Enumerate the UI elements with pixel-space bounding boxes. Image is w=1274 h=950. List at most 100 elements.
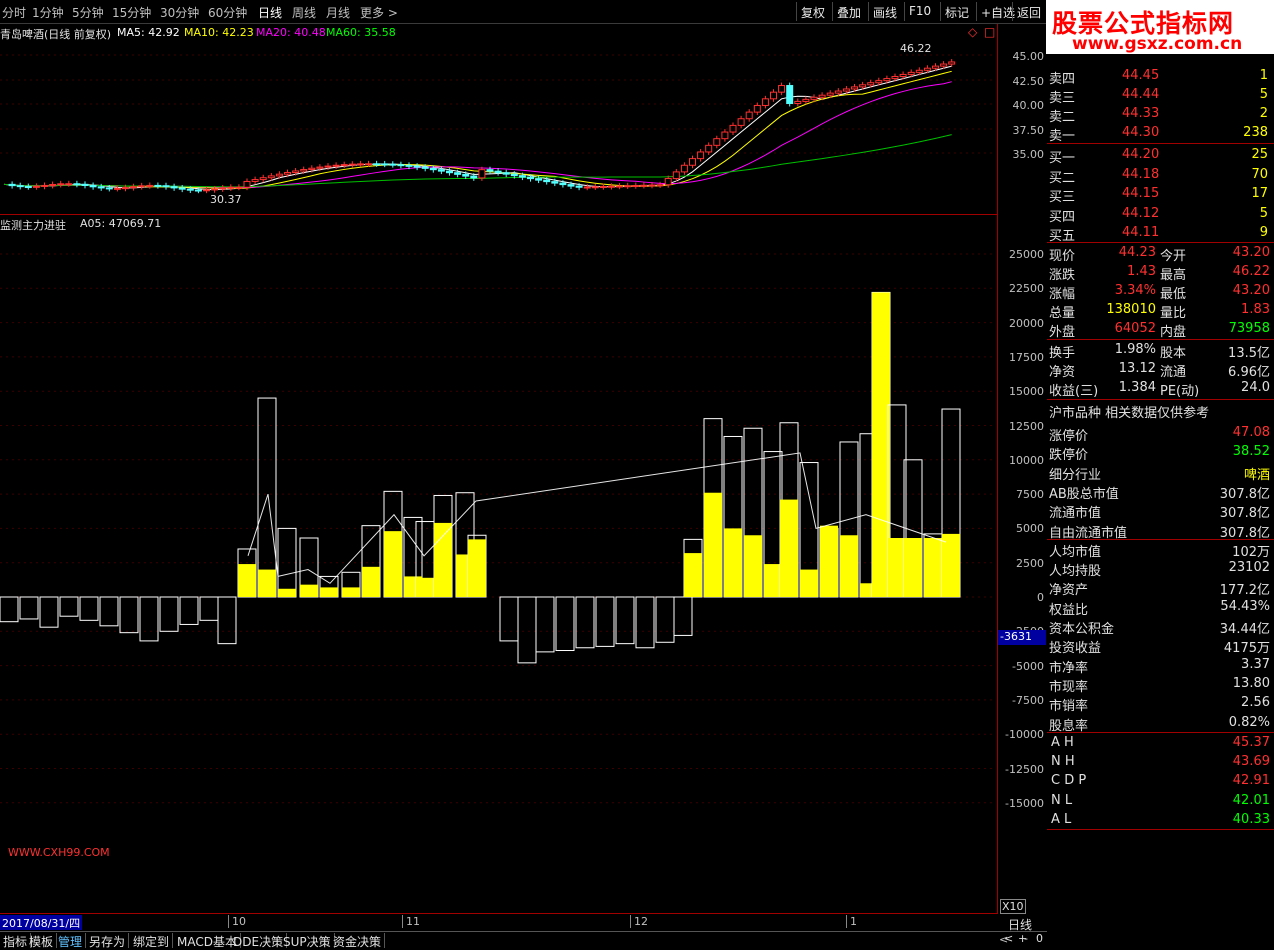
price-high-mark: 46.22 — [900, 42, 932, 55]
bid-label: 买五 — [1049, 229, 1076, 244]
fundamental-value: 307.8亿 — [1219, 525, 1270, 541]
month-tick: 1 — [846, 915, 857, 928]
reset-button[interactable]: 0 — [1036, 932, 1043, 945]
indicator-bar — [59, 596, 79, 617]
quote-row: 外盘 64052 内盘 73958 — [1047, 320, 1274, 340]
candle-body — [778, 85, 786, 93]
indicator-bar — [217, 596, 237, 645]
price-low-mark: 30.37 — [210, 193, 242, 206]
overlay-button[interactable]: 叠加 — [832, 2, 865, 21]
market-note-row: 沪市品种 相关数据仅供参考 — [1047, 401, 1274, 421]
candle-body — [567, 184, 575, 187]
period-60min[interactable]: 60分钟 — [208, 4, 247, 21]
f10-button[interactable]: F10 — [904, 2, 935, 21]
indicator-fill — [434, 522, 452, 597]
candle-body — [818, 94, 826, 98]
candle-body — [608, 185, 615, 188]
bid-label: 买二 — [1049, 170, 1076, 186]
candle-body — [794, 100, 802, 105]
fundamental-label: 资本公积金 — [1049, 622, 1115, 637]
indicator-fill — [258, 569, 276, 597]
indicator-fill — [238, 564, 256, 597]
indicator-fill — [872, 292, 890, 597]
ask-row: 卖三 44.44 5 — [1047, 86, 1274, 106]
indicator-fill — [320, 587, 338, 597]
fundamental-label: 权益比 — [1049, 602, 1089, 618]
fundamental-row: 人均持股 23102 — [1047, 559, 1274, 579]
candle-body — [446, 170, 453, 174]
tab-dde[interactable]: DDE决策 — [230, 933, 288, 949]
zoom-out-button[interactable]: - — [1024, 932, 1028, 945]
scale-indicator[interactable]: X10 — [1000, 899, 1026, 914]
period-more[interactable]: 更多 > — [360, 4, 398, 21]
tab-bind-to[interactable]: 绑定到 — [130, 933, 174, 949]
candle-body — [292, 170, 300, 174]
candle-body — [308, 167, 316, 171]
fundamental-value: 307.8亿 — [1219, 486, 1270, 502]
market-note: 沪市品种 相关数据仅供参考 — [1049, 406, 1210, 421]
adjust-button[interactable]: 复权 — [796, 2, 829, 21]
period-monthly[interactable]: 月线 — [326, 4, 350, 21]
diamond-icon[interactable]: ◇ — [968, 25, 977, 39]
period-intraday[interactable]: 分时 — [2, 4, 26, 21]
period-weekly[interactable]: 周线 — [292, 4, 316, 21]
fundamental-row: 净资产 177.2亿 — [1047, 578, 1274, 598]
scroll-left-button[interactable]: < — [1004, 932, 1013, 945]
ask-volume: 238 — [1243, 125, 1268, 140]
indicator-tick: 0 — [1037, 591, 1044, 604]
price-tick: 45.00 — [1012, 50, 1045, 63]
candle-body — [851, 86, 858, 90]
candlestick-chart[interactable] — [0, 38, 996, 214]
tab-template[interactable]: 模板 — [26, 933, 58, 949]
window-icon[interactable]: □ — [984, 25, 995, 39]
bid-price: 44.15 — [1122, 186, 1160, 201]
brand-url: www.gsxz.com.cn — [1072, 34, 1243, 54]
indicator-chart[interactable] — [0, 230, 996, 914]
candle-body — [770, 91, 777, 100]
indicator-value: A05: 47069.71 — [80, 217, 162, 230]
indicator-fill — [416, 577, 434, 597]
tab-sup[interactable]: SUP决策 — [280, 933, 335, 949]
candle-body — [470, 175, 478, 179]
candle-body — [640, 184, 648, 187]
candle-body — [551, 181, 559, 184]
back-button[interactable]: 返回 — [1012, 2, 1045, 21]
month-tick: 12 — [630, 915, 648, 928]
tab-manage[interactable]: 管理 — [55, 933, 87, 949]
period-30min[interactable]: 30分钟 — [160, 4, 199, 21]
period-5min[interactable]: 5分钟 — [72, 4, 104, 21]
fundamental-row: 投资收益 4175万 — [1047, 636, 1274, 656]
period-daily[interactable]: 日线 — [258, 4, 282, 21]
quote-value: 43.20 — [1232, 245, 1270, 260]
level-label: A H — [1051, 735, 1074, 750]
tab-save-as[interactable]: 另存为 — [86, 933, 130, 949]
fundamental-row: 市现率 13.80 — [1047, 675, 1274, 695]
indicator-fill — [942, 533, 960, 597]
indicator-fill — [840, 535, 858, 597]
fundamental-row: 涨停价 47.08 — [1047, 424, 1274, 444]
candle-body — [680, 164, 688, 173]
fundamental-label: AB股总市值 — [1049, 486, 1119, 502]
period-15min[interactable]: 15分钟 — [112, 4, 151, 21]
mark-button[interactable]: 标记 — [940, 2, 973, 21]
draw-line-button[interactable]: 画线 — [868, 2, 901, 21]
candle-body — [65, 183, 73, 186]
tab-capital[interactable]: 资金决策 — [330, 933, 386, 949]
stat-label: 收益(三) — [1049, 384, 1099, 399]
candle-body — [875, 80, 883, 84]
candle-body — [802, 98, 810, 102]
candle-body — [510, 173, 518, 177]
indicator-bar — [615, 596, 635, 645]
fundamental-label: 流通市值 — [1049, 506, 1102, 522]
candle-body — [518, 175, 526, 178]
bid-price: 44.11 — [1122, 225, 1160, 240]
indicator-bar — [79, 596, 99, 621]
candle-body — [8, 183, 16, 187]
candle-body — [340, 164, 348, 167]
indicator-tick: -5000 — [1012, 659, 1044, 673]
quote-label: 内盘 — [1160, 325, 1187, 340]
candle-body — [275, 173, 283, 177]
level-value: 45.37 — [1232, 735, 1270, 750]
period-1min[interactable]: 1分钟 — [32, 4, 64, 21]
level-row: N H 43.69 — [1047, 753, 1274, 772]
